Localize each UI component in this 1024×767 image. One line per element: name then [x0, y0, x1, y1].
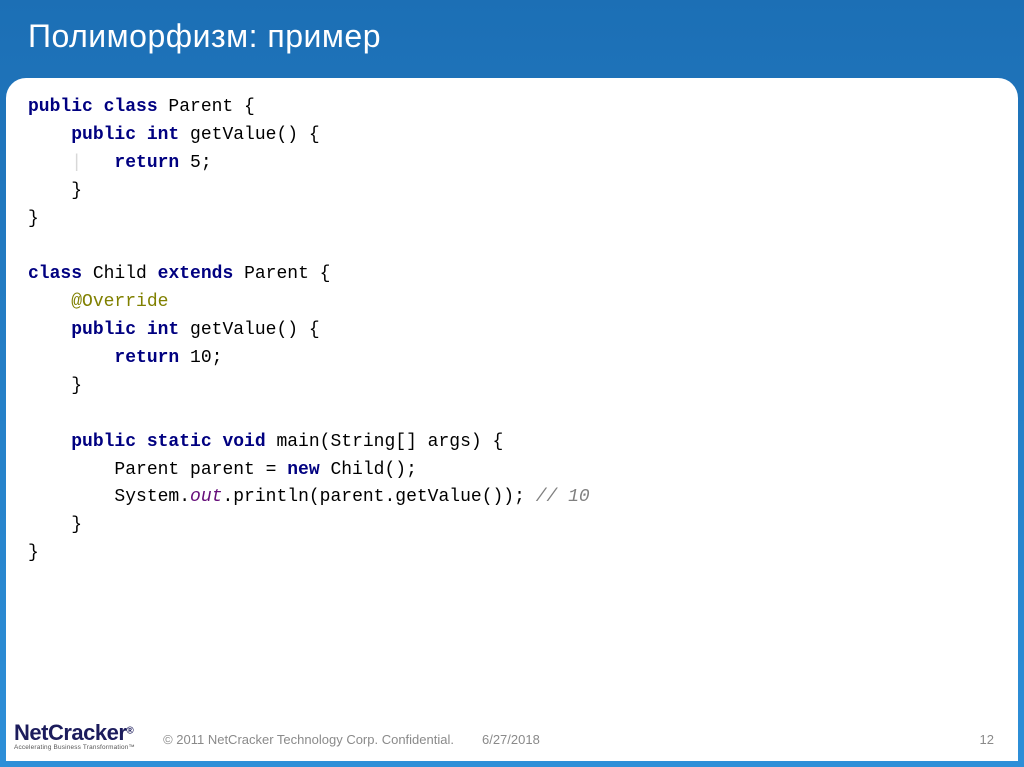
logo-tagline: Accelerating Business Transformation™	[14, 744, 135, 751]
static-field: out	[190, 487, 222, 507]
text: 5;	[179, 153, 211, 173]
logo-part-b: Cracker	[48, 720, 126, 745]
text: Parent {	[158, 97, 255, 117]
footer-date: 6/27/2018	[482, 732, 540, 747]
content-panel: public class Parent { public int getValu…	[6, 78, 1018, 761]
logo-wordmark: NetCracker®	[14, 720, 135, 746]
footer: NetCracker® Accelerating Business Transf…	[6, 705, 1018, 753]
logo: NetCracker® Accelerating Business Transf…	[14, 720, 135, 751]
text: Child();	[320, 460, 417, 480]
slide: Полиморфизм: пример public class Parent …	[0, 0, 1024, 767]
text: Child	[82, 264, 158, 284]
slide-title: Полиморфизм: пример	[0, 0, 1024, 67]
logo-part-a: Net	[14, 720, 48, 745]
text: Parent {	[233, 264, 330, 284]
text: }	[28, 543, 39, 563]
kw: return	[114, 153, 179, 173]
text: System.	[114, 487, 190, 507]
indent-guide	[28, 181, 71, 201]
text: }	[71, 181, 82, 201]
text: getValue() {	[179, 320, 319, 340]
text: getValue() {	[179, 125, 319, 145]
kw: public int	[71, 320, 179, 340]
kw: public static void	[71, 432, 265, 452]
text: Parent parent =	[114, 460, 287, 480]
kw: return	[114, 348, 179, 368]
text: 10;	[179, 348, 222, 368]
kw: extends	[158, 264, 234, 284]
logo-registered: ®	[126, 726, 133, 737]
text: main(String[] args) {	[266, 432, 504, 452]
kw: new	[287, 460, 319, 480]
comment: // 10	[536, 487, 590, 507]
footer-page-number: 12	[980, 732, 994, 747]
text: }	[71, 515, 82, 535]
indent-guide: |	[28, 153, 114, 173]
text: }	[28, 209, 39, 229]
code-block: public class Parent { public int getValu…	[28, 94, 996, 568]
annotation: @Override	[71, 292, 168, 312]
text: .println(parent.getValue());	[222, 487, 535, 507]
footer-copyright: © 2011 NetCracker Technology Corp. Confi…	[163, 732, 454, 747]
kw: public int	[71, 125, 179, 145]
kw: class	[28, 264, 82, 284]
text: }	[71, 376, 82, 396]
kw: public class	[28, 97, 158, 117]
